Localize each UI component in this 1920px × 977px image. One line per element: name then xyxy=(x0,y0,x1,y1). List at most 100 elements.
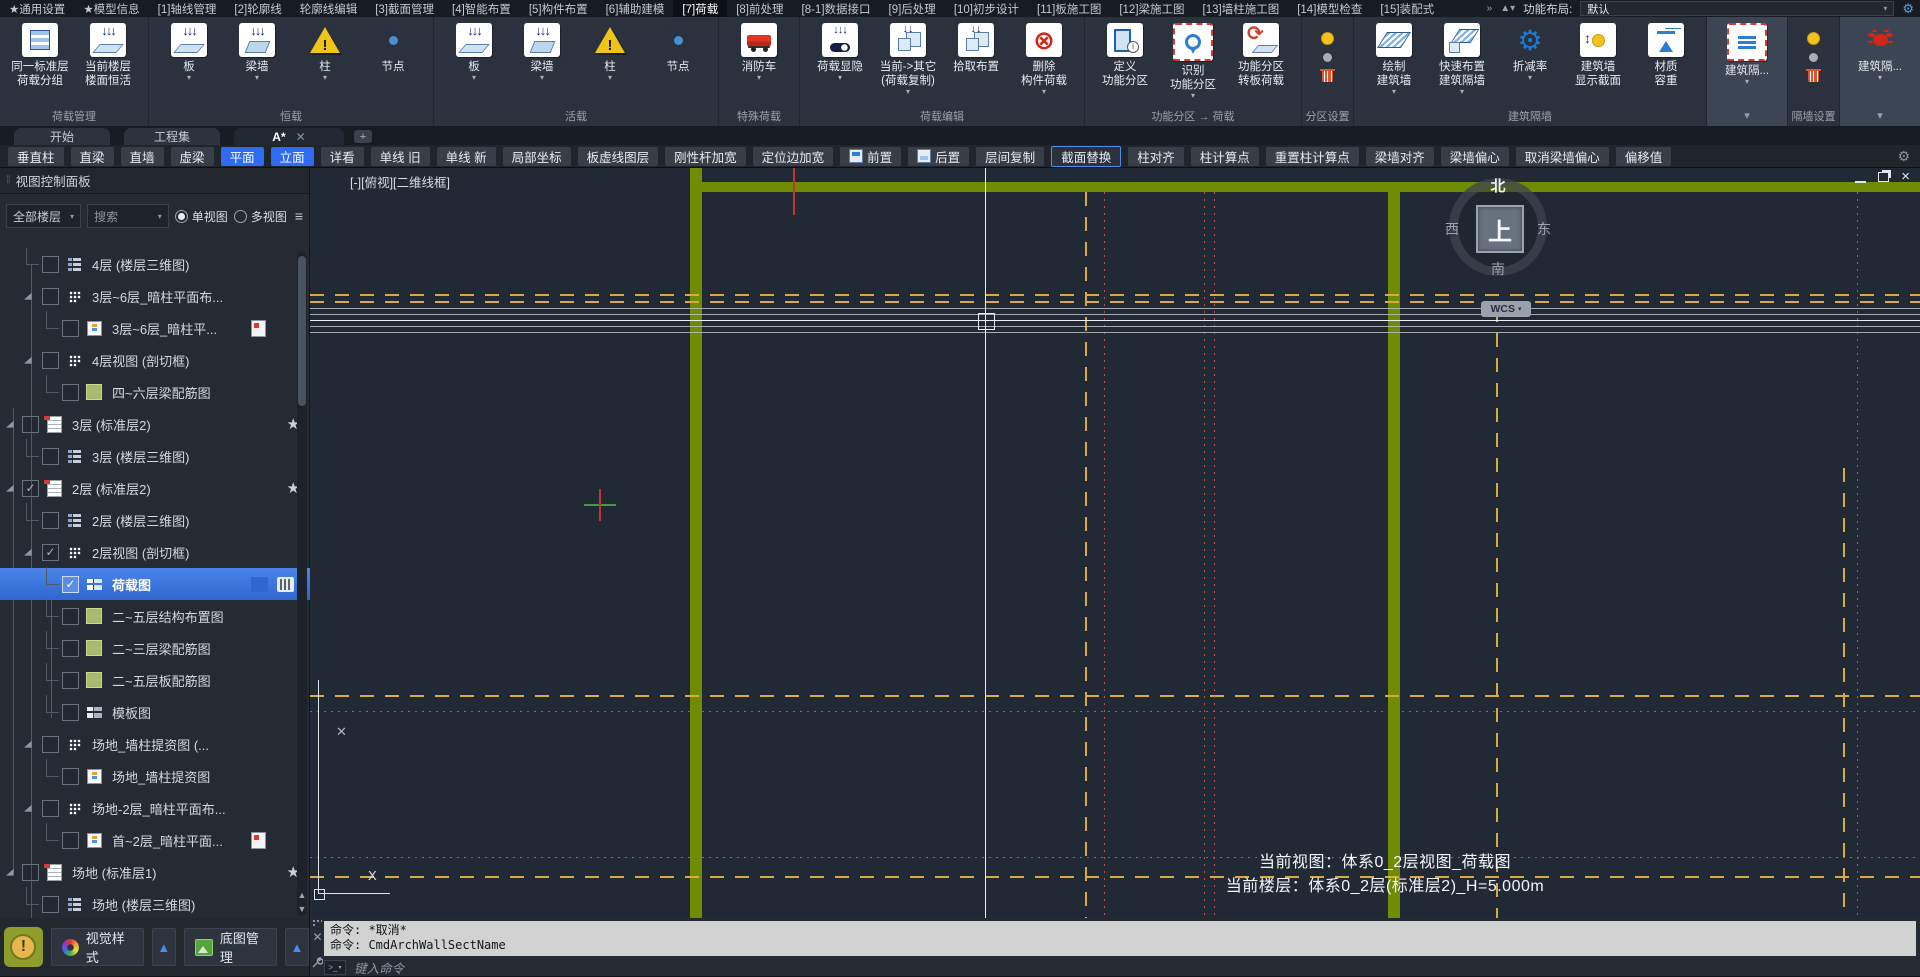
menu-item-6[interactable]: [6]辅助建模 xyxy=(597,0,674,18)
bulb-icon[interactable] xyxy=(1806,31,1821,46)
tree-item-3~6_[interactable]: 3层~6层_暗柱平... xyxy=(0,311,310,344)
tree-item-[interactable]: 场地 (楼层三维图) xyxy=(0,887,310,920)
ribbon-button-[interactable]: 板▾ xyxy=(442,23,506,82)
toolbar-button-[interactable]: 直梁 xyxy=(70,146,114,166)
ribbon-button-[interactable]: 节点 xyxy=(646,22,710,74)
toolbar-button-[interactable]: 后置 xyxy=(908,146,970,166)
ribbon-button-[interactable]: 建筑墙显示截面 xyxy=(1566,23,1630,88)
dropdown-arrow-icon[interactable]: ▾ xyxy=(255,74,259,82)
menu-item-11[interactable]: [11]板施工图 xyxy=(1028,0,1110,18)
restore-icon[interactable] xyxy=(1878,172,1890,182)
tab-[interactable]: 开始 xyxy=(14,128,110,145)
tree-item-22[interactable]: ◢ ✓ 2层 (标准层2) ★ xyxy=(0,472,310,504)
wall-line-vertical-2[interactable] xyxy=(1388,182,1400,918)
toolbar-gear-icon[interactable]: ⚙ xyxy=(1897,148,1910,165)
tree-checkbox[interactable] xyxy=(42,447,59,465)
menu-item-[interactable]: ★模型信息 xyxy=(74,0,148,18)
tree-item-4[interactable]: 4层 (楼层三维图) xyxy=(0,248,310,280)
menu-item-[interactable]: 轮廓线编辑 xyxy=(291,0,367,18)
tree-checkbox[interactable] xyxy=(22,863,39,881)
single-view-radio[interactable]: 单视图 xyxy=(174,208,228,225)
toolbar-button-[interactable]: 截面替换 xyxy=(1051,145,1122,167)
menu-item-5[interactable]: [5]构件布置 xyxy=(520,0,597,18)
tree-item-3[interactable]: 3层 (楼层三维图) xyxy=(0,439,310,472)
dropdown-arrow-icon[interactable]: ▾ xyxy=(1191,92,1195,100)
panel-collapse-icon[interactable]: ▲▾ xyxy=(1500,3,1515,14)
tree-checkbox[interactable] xyxy=(42,351,59,369)
tree-checkbox[interactable] xyxy=(42,735,59,753)
command-prompt-icon[interactable]: >_ ▾ xyxy=(324,959,346,975)
toolbar-button-[interactable]: 刚性杆加宽 xyxy=(665,146,746,166)
toolbar-button-[interactable]: 前置 xyxy=(840,146,902,166)
layer-film-icon[interactable] xyxy=(277,576,294,592)
tree-expander-icon[interactable]: ◢ xyxy=(6,867,14,877)
ribbon-button-[interactable]: 绘制 建筑墙 ▾ xyxy=(1362,23,1426,96)
visual-style-up-icon[interactable]: ▲ xyxy=(151,928,176,966)
viewport-label[interactable]: [-][俯视][二维线框] xyxy=(350,172,450,191)
tab-A[interactable]: A* ✕ xyxy=(234,128,344,145)
view-compass[interactable]: 北 南 西 东 上 xyxy=(1445,178,1551,279)
base-map-up-icon[interactable]: ▲ xyxy=(284,928,309,966)
trash-icon[interactable] xyxy=(1806,69,1821,84)
menu-item-[interactable]: ★通用设置 xyxy=(0,0,74,18)
tree-checkbox[interactable] xyxy=(42,255,59,273)
tree-expander-icon[interactable]: ◢ xyxy=(24,547,32,557)
tree-expander-icon[interactable]: ◢ xyxy=(24,803,32,813)
tree-expander-icon[interactable]: ◢ xyxy=(24,355,32,365)
dropdown-arrow-icon[interactable]: ▾ xyxy=(608,74,612,82)
ribbon-button-[interactable]: 快速布置 建筑隔墙 ▾ xyxy=(1430,23,1494,96)
tree-checkbox[interactable] xyxy=(42,799,59,817)
tree-checkbox[interactable] xyxy=(22,415,39,433)
menu-item-9[interactable]: [9]后处理 xyxy=(880,0,945,18)
ribbon-button-[interactable]: 柱▾ xyxy=(578,23,642,82)
tab-[interactable]: 工程集 xyxy=(124,128,220,145)
dropdown-arrow-icon[interactable]: ▾ xyxy=(1878,74,1882,82)
toolbar-button-[interactable]: 详看 xyxy=(320,146,364,166)
toolbar-button-[interactable]: 单线 新 xyxy=(436,146,496,166)
panel-title-bar[interactable]: ⁞⁞ 视图控制面板 xyxy=(0,168,309,194)
layout-select[interactable]: 默认 ▾ xyxy=(1580,1,1895,16)
toolbar-button-[interactable]: 单线 旧 xyxy=(370,146,430,166)
dropdown-arrow-icon[interactable]: ▾ xyxy=(540,74,544,82)
dropdown-arrow-icon[interactable]: ▾ xyxy=(1528,74,1532,82)
tree-item-_[interactable]: ◢ 场地_墙柱提资图 (... xyxy=(0,728,310,760)
bulb-icon[interactable] xyxy=(1320,31,1335,46)
toolbar-button-[interactable]: 垂直柱 xyxy=(8,146,64,166)
tree-item-_[interactable]: 场地_墙柱提资图 xyxy=(0,759,310,792)
tree-item-3~6_[interactable]: ◢ 3层~6层_暗柱平面布... xyxy=(0,280,310,312)
dropdown-arrow-icon[interactable]: ▾ xyxy=(1745,78,1749,86)
scroll-down-icon[interactable]: ▼ xyxy=(297,904,307,914)
menu-item-2[interactable]: [2]轮廓线 xyxy=(225,0,290,18)
menu-item-81[interactable]: [8-1]数据接口 xyxy=(793,0,880,18)
command-grip-icon[interactable] xyxy=(313,920,322,927)
menu-item-15[interactable]: [15]装配式 xyxy=(1371,0,1443,18)
multi-view-radio[interactable]: 多视图 xyxy=(233,208,287,225)
toolbar-button-[interactable]: 梁墙对齐 xyxy=(1365,146,1434,166)
command-history[interactable]: 命令: *取消* 命令: CmdArchWallSectName xyxy=(324,921,1916,956)
dropdown-arrow-icon[interactable]: ▾ xyxy=(838,74,842,82)
ribbon-button-[interactable]: 节点 xyxy=(361,22,425,74)
search-input[interactable]: 搜索 ▾ xyxy=(87,204,169,228)
tree-item-~[interactable]: 二~五层板配筋图 xyxy=(0,663,310,696)
ribbon-button-[interactable]: 同一标准层 荷载分组 xyxy=(8,23,72,88)
tree-checkbox[interactable] xyxy=(62,831,79,849)
compass-south[interactable]: 南 xyxy=(1449,259,1547,279)
toolbar-button-[interactable]: 板虚线图层 xyxy=(577,146,659,166)
compass-east[interactable]: 东 xyxy=(1537,219,1551,239)
new-tab-button[interactable]: + xyxy=(354,130,372,143)
menu-item-7[interactable]: [7]荷载 xyxy=(673,0,728,18)
ribbon-button-[interactable]: 建筑隔... ▾ xyxy=(1848,23,1912,82)
menu-item-3[interactable]: [3]截面管理 xyxy=(366,0,443,18)
ribbon-button-[interactable]: 拾取布置 xyxy=(944,23,1008,74)
dropdown-arrow-icon[interactable]: ▾ xyxy=(323,74,327,82)
menu-overflow-icon[interactable]: » xyxy=(1487,3,1493,14)
toolbar-button-[interactable]: 虚梁 xyxy=(170,146,214,166)
ribbon-button-[interactable]: 荷载显隐▾ xyxy=(808,23,872,82)
toolbar-button-[interactable]: 直墙 xyxy=(120,146,164,166)
menu-item-8[interactable]: [8]前处理 xyxy=(727,0,792,18)
trash-icon[interactable] xyxy=(1320,69,1335,84)
compass-west[interactable]: 西 xyxy=(1445,219,1459,239)
warning-button[interactable] xyxy=(4,927,43,967)
tree-checkbox[interactable] xyxy=(62,767,79,785)
settings-gear-icon[interactable]: ⚙ xyxy=(1902,1,1914,17)
